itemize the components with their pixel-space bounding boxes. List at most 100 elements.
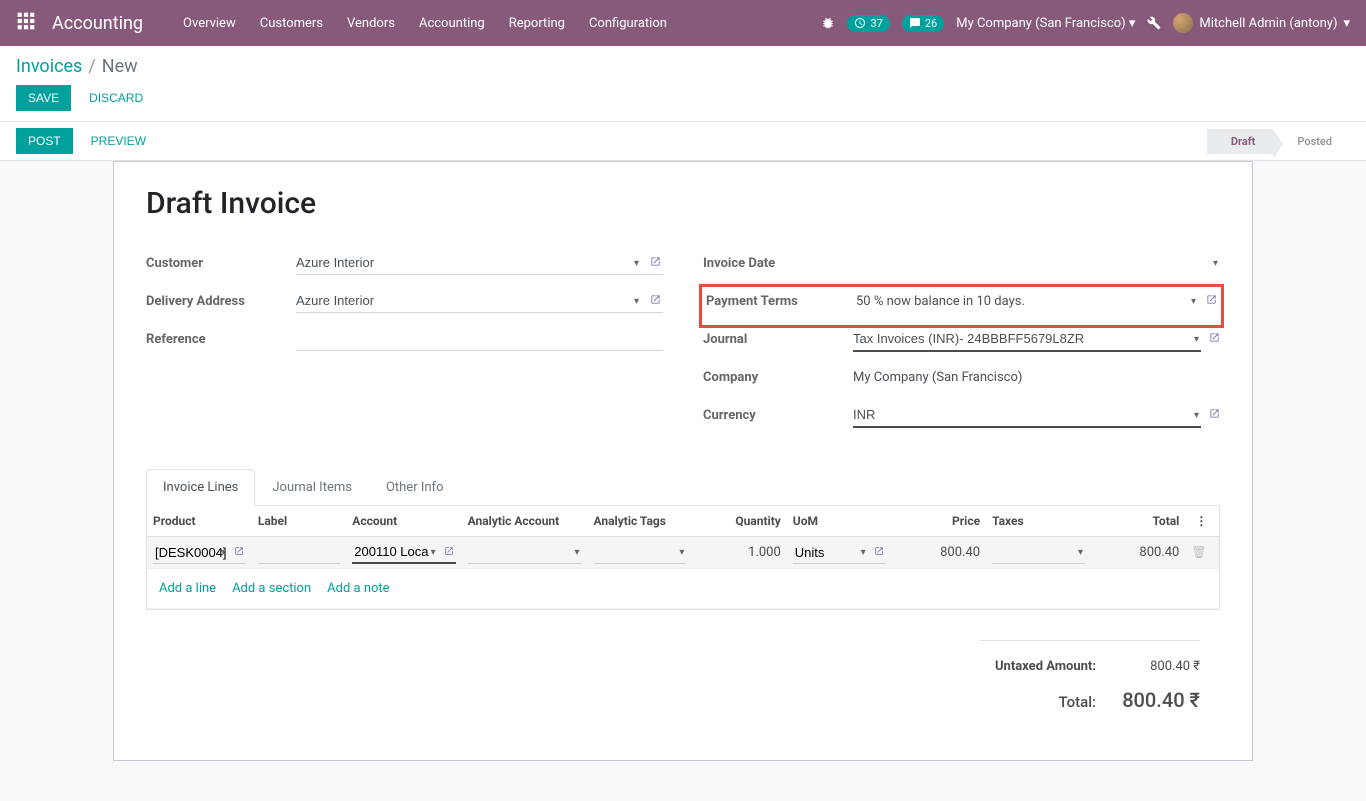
external-link-icon[interactable]: [1209, 408, 1220, 423]
chevron-down-icon[interactable]: ▾: [679, 547, 684, 558]
table-row: ▾ ▾ ▾ ▾ 1.000 ▾ 800.40 ▾ 800.40 🗑: [147, 537, 1219, 569]
col-quantity: Quantity: [692, 506, 786, 537]
cell-taxes[interactable]: [992, 542, 1085, 564]
wrench-icon[interactable]: [1147, 16, 1161, 30]
col-taxes: Taxes: [986, 506, 1091, 537]
status-draft[interactable]: Draft: [1207, 129, 1274, 154]
trash-icon[interactable]: 🗑: [1191, 545, 1206, 559]
payment-terms-value[interactable]: 50 % now balance in 10 days.: [856, 290, 1198, 313]
nav-reporting[interactable]: Reporting: [499, 10, 575, 37]
label-delivery-address: Delivery Address: [146, 294, 296, 309]
col-account: Account: [346, 506, 461, 537]
preview-button[interactable]: Preview: [79, 128, 158, 154]
breadcrumb-current: New: [102, 56, 138, 77]
label-company: Company: [703, 370, 853, 385]
delivery-address-input[interactable]: [296, 289, 663, 313]
chevron-down-icon[interactable]: ▾: [1191, 296, 1196, 307]
col-product: Product: [147, 506, 252, 537]
chevron-down-icon[interactable]: ▾: [1194, 410, 1199, 421]
totals: Untaxed Amount: 800.40 ₹ Total: 800.40 ₹: [146, 640, 1220, 712]
tab-journal-items[interactable]: Journal Items: [255, 469, 369, 506]
cell-label[interactable]: [258, 542, 340, 564]
total-label: Total:: [1059, 693, 1097, 711]
label-payment-terms: Payment Terms: [706, 294, 856, 309]
nav-accounting[interactable]: Accounting: [409, 10, 495, 37]
nav-overview[interactable]: Overview: [173, 10, 246, 37]
tab-other-info[interactable]: Other Info: [369, 469, 461, 506]
label-invoice-date: Invoice Date: [703, 256, 853, 271]
cell-product[interactable]: [153, 542, 246, 564]
cell-price[interactable]: 800.40: [940, 545, 980, 560]
col-price: Price: [892, 506, 986, 537]
external-link-icon[interactable]: [444, 546, 454, 559]
chevron-down-icon[interactable]: ▾: [1194, 334, 1199, 345]
user-menu[interactable]: Mitchell Admin (antony) ▾: [1173, 13, 1350, 33]
external-link-icon[interactable]: [650, 256, 661, 271]
form-sheet: Draft Invoice Customer ▾ Delivery Addres…: [113, 161, 1253, 761]
nav-vendors[interactable]: Vendors: [337, 10, 405, 37]
add-note-link[interactable]: Add a note: [327, 581, 389, 596]
chevron-down-icon[interactable]: ▾: [431, 547, 436, 558]
chevron-down-icon[interactable]: ▾: [634, 296, 639, 307]
messages-count: 26: [925, 17, 937, 30]
nav-right: 37 26 My Company (San Francisco) ▾ Mitch…: [821, 13, 1350, 33]
apps-icon[interactable]: [16, 11, 40, 35]
post-button[interactable]: Post: [16, 128, 73, 154]
customer-input[interactable]: [296, 251, 663, 275]
kebab-icon[interactable]: ⋮: [1191, 514, 1211, 528]
add-section-link[interactable]: Add a section: [232, 581, 311, 596]
col-uom: UoM: [787, 506, 892, 537]
chevron-down-icon: ▾: [1129, 16, 1136, 31]
chevron-down-icon[interactable]: ▾: [221, 547, 226, 558]
company-link[interactable]: My Company (San Francisco): [853, 366, 1220, 389]
col-analytic-tags: Analytic Tags: [588, 506, 693, 537]
activities-count: 37: [870, 17, 882, 30]
nav-customers[interactable]: Customers: [250, 10, 333, 37]
external-link-icon[interactable]: [874, 546, 884, 559]
invoice-date-input[interactable]: [853, 252, 1220, 275]
external-link-icon[interactable]: [1206, 294, 1217, 309]
breadcrumb-parent[interactable]: Invoices: [16, 56, 82, 77]
avatar: [1173, 13, 1193, 33]
cell-account[interactable]: [352, 541, 455, 564]
chevron-down-icon[interactable]: ▾: [634, 258, 639, 269]
external-link-icon[interactable]: [234, 546, 244, 559]
bug-icon[interactable]: [821, 16, 835, 30]
save-button[interactable]: Save: [16, 85, 71, 111]
col-analytic-account: Analytic Account: [462, 506, 588, 537]
label-currency: Currency: [703, 408, 853, 423]
nav-configuration[interactable]: Configuration: [579, 10, 677, 37]
breadcrumb: Invoices / New: [16, 56, 1350, 77]
invoice-lines-table: Product Label Account Analytic Account A…: [147, 506, 1219, 609]
add-line-link[interactable]: Add a line: [159, 581, 216, 596]
external-link-icon[interactable]: [1209, 332, 1220, 347]
chevron-down-icon[interactable]: ▾: [1213, 258, 1218, 269]
chevron-down-icon[interactable]: ▾: [861, 547, 866, 558]
app-title[interactable]: Accounting: [52, 13, 143, 34]
chevron-down-icon: ▾: [1343, 16, 1350, 31]
label-customer: Customer: [146, 256, 296, 271]
journal-input[interactable]: [853, 327, 1201, 352]
company-selector[interactable]: My Company (San Francisco) ▾: [956, 16, 1135, 31]
discard-button[interactable]: Discard: [77, 85, 155, 111]
messages-indicator[interactable]: 26: [902, 15, 944, 32]
total-value: 800.40 ₹: [1120, 688, 1200, 712]
tab-invoice-lines[interactable]: Invoice Lines: [146, 469, 255, 506]
nav-menu: Overview Customers Vendors Accounting Re…: [173, 10, 821, 37]
cell-analytic-account[interactable]: [468, 542, 582, 564]
untaxed-value: 800.40 ₹: [1120, 659, 1200, 674]
chevron-down-icon[interactable]: ▾: [574, 547, 579, 558]
external-link-icon[interactable]: [650, 294, 661, 309]
cell-uom[interactable]: [793, 542, 886, 564]
chevron-down-icon[interactable]: ▾: [1078, 547, 1083, 558]
cell-total: 800.40: [1139, 545, 1179, 560]
currency-input[interactable]: [853, 403, 1201, 428]
reference-input[interactable]: [296, 327, 663, 351]
cell-analytic-tags[interactable]: [594, 542, 687, 564]
col-total: Total: [1091, 506, 1185, 537]
cell-quantity[interactable]: 1.000: [748, 545, 781, 560]
highlight-payment-terms: Payment Terms 50 % now balance in 10 day…: [699, 284, 1224, 328]
page-title: Draft Invoice: [146, 186, 1220, 221]
statusbar: Post Preview Draft Posted: [0, 121, 1366, 161]
activities-indicator[interactable]: 37: [847, 15, 889, 32]
